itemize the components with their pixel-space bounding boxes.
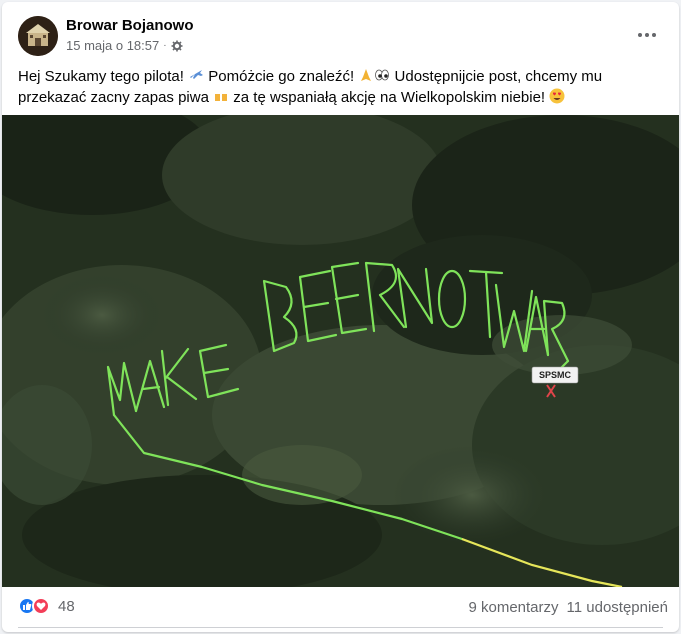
author-name[interactable]: Browar Bojanowo <box>66 17 194 34</box>
post-meta: 15 maja o 18:57 · <box>66 38 183 53</box>
ellipsis-icon <box>638 33 656 37</box>
avatar[interactable] <box>18 16 58 56</box>
eyes-icon <box>375 69 390 81</box>
post-photo[interactable]: SPSMC <box>2 115 679 587</box>
more-options-button[interactable] <box>632 20 662 50</box>
caption-part-4: za tę wspaniałą akcję na Wielkopolskim n… <box>233 89 546 106</box>
post-card: Browar Bojanowo 15 maja o 18:57 · Hej Sz… <box>2 2 679 632</box>
post-timestamp[interactable]: 15 maja o 18:57 <box>66 38 159 53</box>
post-caption: Hej Szukamy tego pilota! Pomóżcie go zna… <box>18 66 658 108</box>
satellite-map <box>2 115 679 587</box>
reactions-summary[interactable]: 48 <box>18 597 75 615</box>
praying-hands-icon <box>361 69 372 81</box>
post-header: Browar Bojanowo 15 maja o 18:57 · <box>16 14 666 58</box>
airplane-icon <box>190 70 204 79</box>
shares-count-link[interactable]: 11 udostępnień <box>567 599 668 616</box>
beer-mugs-icon <box>215 92 228 101</box>
flight-label: SPSMC <box>538 370 571 380</box>
post-footer: 48 9 komentarzy 11 udostępnień <box>18 594 668 622</box>
love-icon <box>32 597 50 615</box>
meta-separator: · <box>163 40 167 51</box>
caption-part-2: Pomóżcie go znaleźć! <box>208 68 355 85</box>
footer-divider <box>18 627 663 628</box>
gear-icon[interactable] <box>171 40 183 52</box>
reaction-count: 48 <box>58 597 75 615</box>
heart-eyes-icon <box>549 88 565 104</box>
comments-count-link[interactable]: 9 komentarzy <box>468 599 558 616</box>
caption-part-1: Hej Szukamy tego pilota! <box>18 68 184 85</box>
post-stats: 9 komentarzy 11 udostępnień <box>468 599 668 616</box>
brewery-logo-icon <box>18 16 58 56</box>
